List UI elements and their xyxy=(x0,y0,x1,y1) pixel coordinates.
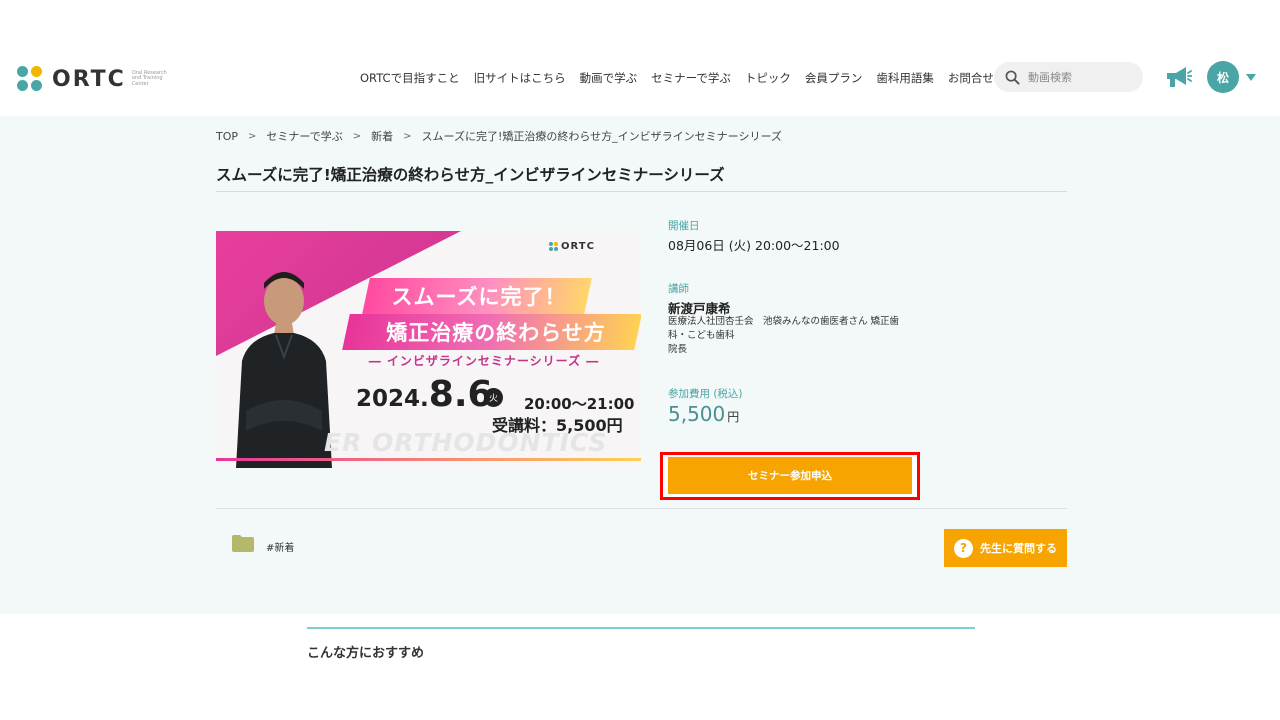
title-divider xyxy=(216,191,1067,192)
fee-label: 参加費用 (税込) xyxy=(668,388,743,400)
nav-about[interactable]: ORTCで目指すこと xyxy=(360,70,460,86)
banner-series: ― インビザラインセミナーシリーズ ― xyxy=(368,354,600,368)
breadcrumb-separator: > xyxy=(352,130,362,142)
nav-topics[interactable]: トピック xyxy=(745,70,791,86)
banner-date: 2024.8.6 xyxy=(356,374,493,415)
date-label: 開催日 xyxy=(668,220,700,232)
search-box[interactable] xyxy=(994,62,1143,92)
banner-headline-2: 矯正治療の終わらせ方 xyxy=(386,321,606,345)
question-icon: ? xyxy=(954,538,973,558)
main-nav: ORTCで目指すこと 旧サイトはこちら 動画で学ぶ セミナーで学ぶ トピック 会… xyxy=(360,70,1008,86)
nav-contact[interactable]: お問合せ xyxy=(948,70,994,86)
ortc-logo[interactable]: ORTC Oral Research and Training Center xyxy=(17,66,174,92)
logo-subtext: Oral Research and Training Center xyxy=(131,69,167,87)
section-divider xyxy=(216,508,1067,509)
recommend-divider xyxy=(307,627,975,629)
search-input[interactable] xyxy=(1028,70,1128,84)
breadcrumb-separator: > xyxy=(248,130,257,142)
logo-text: ORTC xyxy=(52,66,126,92)
breadcrumb-new[interactable]: 新着 xyxy=(371,128,393,144)
banner-logo: ORTC xyxy=(549,241,595,252)
megaphone-icon[interactable] xyxy=(1164,64,1192,90)
breadcrumb: TOP > セミナーで学ぶ > 新着 > スムーズに完了!矯正治療の終わらせ方_… xyxy=(216,128,782,144)
search-icon xyxy=(1005,70,1020,85)
page-title: スムーズに完了!矯正治療の終わらせ方_インビザラインセミナーシリーズ xyxy=(216,166,725,184)
breadcrumb-separator: > xyxy=(403,130,412,142)
nav-membership[interactable]: 会員プラン xyxy=(805,70,863,86)
ask-teacher-button[interactable]: ? 先生に質問する xyxy=(944,529,1067,567)
breadcrumb-seminars[interactable]: セミナーで学ぶ xyxy=(266,128,342,144)
nav-videos[interactable]: 動画で学ぶ xyxy=(580,70,638,86)
breadcrumb-current: スムーズに完了!矯正治療の終わらせ方_インビザラインセミナーシリーズ xyxy=(421,130,782,143)
breadcrumb-top[interactable]: TOP xyxy=(216,130,238,143)
seminar-apply-button[interactable]: セミナー参加申込 xyxy=(668,457,912,494)
instructor-label: 講師 xyxy=(668,283,689,295)
date-value: 08月06日 (火) 20:00〜21:00 xyxy=(668,238,840,253)
instructor-description: 医療法人社団杏壬会 池袋みんなの歯医者さん 矯正歯科・こども歯科 院長 xyxy=(668,316,900,355)
nav-seminars[interactable]: セミナーで学ぶ xyxy=(651,70,731,86)
banner-time: 20:00〜21:00 xyxy=(524,395,635,413)
user-avatar[interactable]: 松 xyxy=(1207,61,1239,93)
tag-new[interactable]: #新着 xyxy=(266,539,294,554)
seminar-detail: TOP > セミナーで学ぶ > 新着 > スムーズに完了!矯正治療の終わらせ方_… xyxy=(0,116,1280,614)
seminar-banner-image: ORTC スムーズに完了！ 矯正治療の終わらせ方 ― インビザラインセミナーシリ… xyxy=(216,231,641,468)
site-header: ORTC Oral Research and Training Center O… xyxy=(0,38,1280,116)
nav-glossary[interactable]: 歯科用語集 xyxy=(876,70,934,86)
folder-icon xyxy=(232,535,254,552)
logo-dots-icon xyxy=(17,66,43,92)
recommend-title: こんな方におすすめ xyxy=(307,646,425,661)
banner-watermark: ER ORTHODONTICS xyxy=(324,428,608,457)
banner-headline-1: スムーズに完了！ xyxy=(391,285,567,309)
fee-value: 5,500 円 xyxy=(668,402,740,426)
chevron-down-icon[interactable] xyxy=(1246,74,1256,81)
banner-day-of-week: 火 xyxy=(484,388,503,407)
nav-old-site[interactable]: 旧サイトはこちら xyxy=(474,70,566,86)
